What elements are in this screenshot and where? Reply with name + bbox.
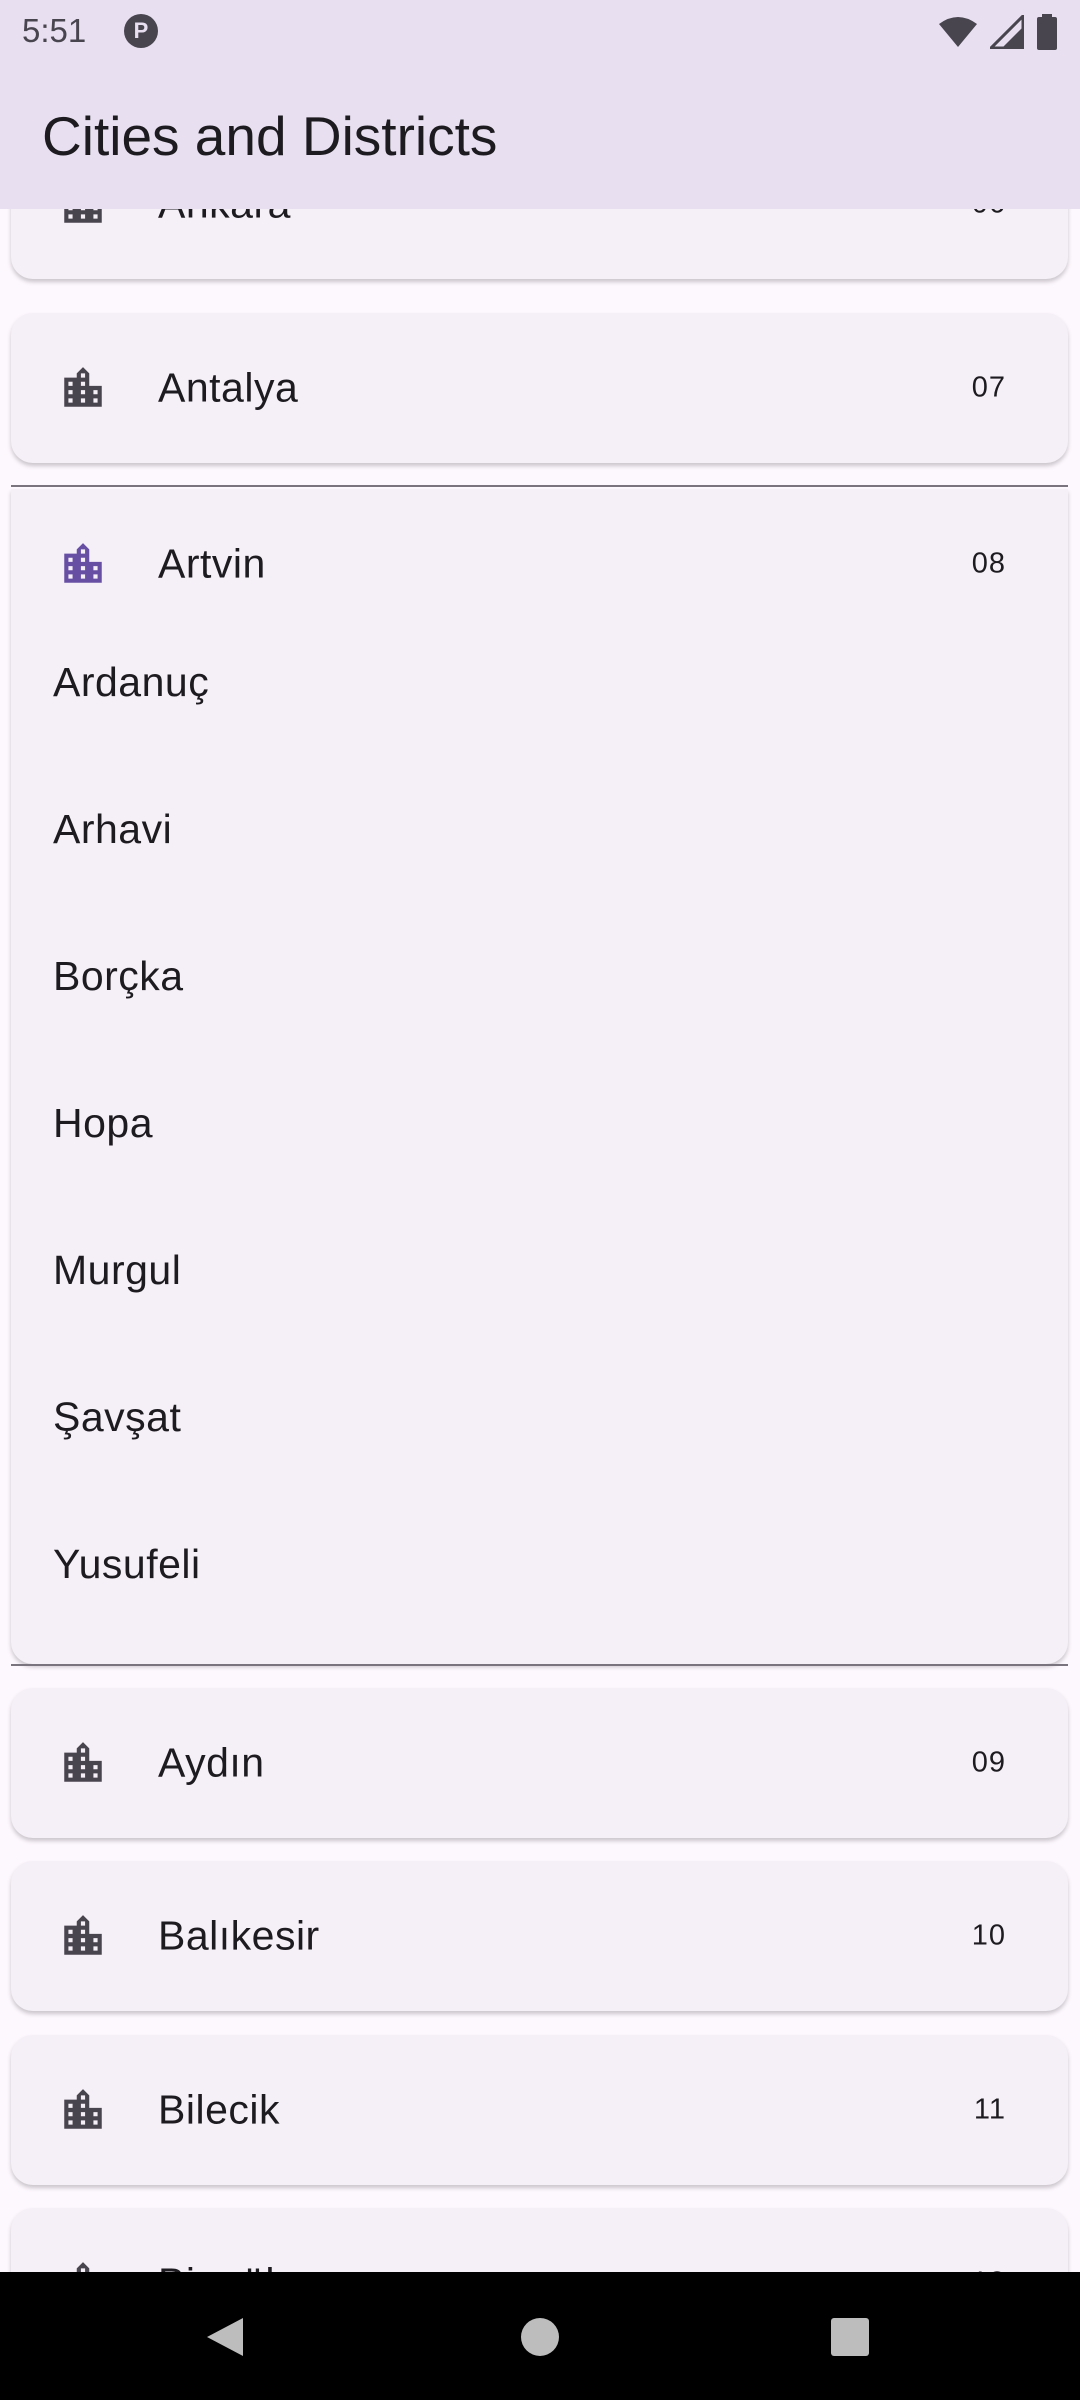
app-bar: Cities and Districts (0, 62, 1080, 209)
city-card-bilecik[interactable]: Bilecik 11 (11, 2035, 1068, 2185)
plate-code: 10 (971, 1919, 1006, 1952)
recents-icon[interactable] (830, 2316, 870, 2358)
location-city-icon (64, 543, 102, 583)
divider (11, 485, 1068, 487)
location-city-icon (64, 1915, 102, 1955)
city-card-balikesir[interactable]: Balıkesir 10 (11, 1861, 1068, 2011)
home-icon[interactable] (520, 2316, 560, 2358)
plate-code: 08 (971, 547, 1006, 580)
status-bar: 5:51 P (0, 0, 1080, 62)
district-item[interactable]: Yusufeli (53, 1541, 201, 1588)
notification-app-icon: P (124, 14, 158, 48)
city-name: Balıkesir (158, 1912, 320, 1959)
city-header-artvin[interactable]: Artvin 08 (11, 489, 1068, 639)
city-name: Ankara (158, 209, 291, 228)
location-city-icon (76, 2262, 90, 2272)
plate-code: 07 (971, 371, 1006, 404)
city-card-artvin-expanded[interactable]: Artvin 08 Ardanuç Arhavi Borçka Hopa Mur… (11, 489, 1068, 1664)
city-name: Antalya (158, 364, 299, 411)
city-card-ankara[interactable]: Ankara 06 (11, 209, 1068, 279)
city-card-bingol[interactable]: Bingöl 12 (11, 2208, 1068, 2272)
city-name: Artvin (158, 540, 266, 587)
plate-code: 09 (971, 1746, 1006, 1779)
district-item[interactable]: Şavşat (53, 1394, 181, 1441)
city-list[interactable]: Ankara 06 Antalya 07 Artvin 08 Ardanuç A… (0, 209, 1080, 2272)
status-time: 5:51 (22, 12, 87, 49)
district-item[interactable]: Borçka (53, 953, 184, 1000)
district-item[interactable]: Murgul (53, 1247, 181, 1294)
location-city-icon (64, 1742, 102, 1782)
divider (11, 1664, 1068, 1666)
plate-code: 11 (973, 2093, 1006, 2126)
location-city-icon (64, 2089, 102, 2129)
system-nav-bar (0, 2272, 1080, 2400)
plate-code: 06 (972, 209, 1006, 221)
city-name: Bingöl (158, 2260, 275, 2273)
status-icons (938, 14, 1058, 50)
wifi-icon (939, 17, 977, 47)
back-icon[interactable] (205, 2316, 245, 2358)
district-item[interactable]: Hopa (53, 1100, 153, 1147)
district-item[interactable]: Arhavi (53, 806, 172, 853)
district-item[interactable]: Ardanuç (53, 659, 209, 706)
location-city-icon (64, 367, 102, 407)
location-city-icon (64, 209, 102, 223)
signal-icon (990, 15, 1024, 49)
page-title: Cities and Districts (42, 105, 498, 167)
city-name: Aydın (158, 1739, 265, 1786)
city-card-antalya[interactable]: Antalya 07 (11, 313, 1068, 463)
city-name: Bilecik (158, 2086, 280, 2133)
city-card-aydin[interactable]: Aydın 09 (11, 1688, 1068, 1838)
battery-icon (1037, 14, 1057, 50)
